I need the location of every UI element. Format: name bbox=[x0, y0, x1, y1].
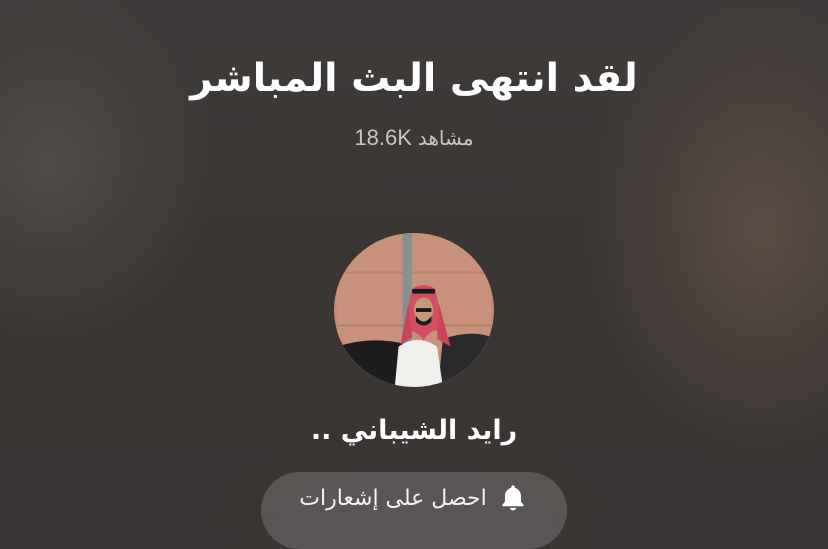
notify-label: احصل على إشعارات bbox=[299, 485, 487, 511]
viewers-label: مشاهد bbox=[417, 125, 474, 150]
bell-icon bbox=[502, 485, 524, 511]
get-notifications-button[interactable]: احصل على إشعارات bbox=[261, 471, 567, 549]
viewers-count: 18.6K bbox=[354, 124, 412, 150]
live-ended-title: لقد انتهى البث المباشر bbox=[190, 56, 638, 101]
host-name: رايد الشيباني .. bbox=[310, 414, 518, 446]
avatar-photo bbox=[336, 232, 492, 387]
live-ended-screen: لقد انتهى البث المباشر مشاهد 18.6K رايد … bbox=[0, 0, 828, 549]
host-avatar[interactable] bbox=[334, 232, 494, 387]
viewer-count: مشاهد 18.6K bbox=[354, 125, 473, 151]
